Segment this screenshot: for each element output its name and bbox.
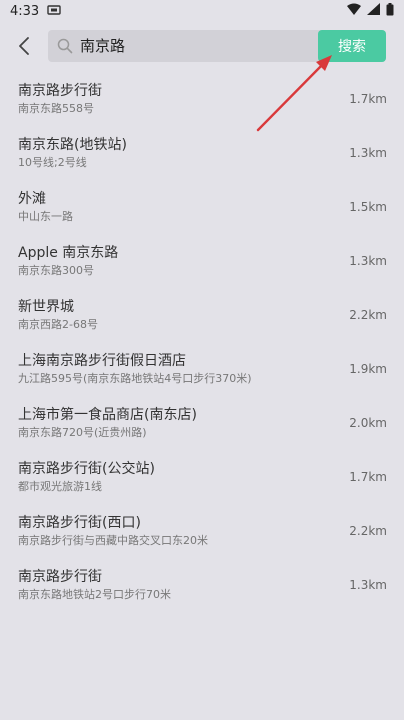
list-item[interactable]: 南京东路(地铁站) 10号线;2号线 1.3km (0, 132, 404, 186)
result-distance: 1.3km (349, 254, 387, 268)
list-item[interactable]: 南京路步行街(公交站) 都市观光旅游1线 1.7km (0, 456, 404, 510)
result-address: 南京东路300号 (18, 264, 94, 277)
result-distance: 2.2km (349, 308, 387, 322)
result-distance: 1.7km (349, 470, 387, 484)
result-address: 中山东一路 (18, 210, 73, 223)
sim-card-icon (47, 4, 61, 19)
result-distance: 1.7km (349, 92, 387, 106)
result-distance: 1.9km (349, 362, 387, 376)
chevron-left-icon (19, 37, 29, 55)
status-time: 4:33 (10, 3, 40, 19)
back-button[interactable] (10, 32, 38, 60)
list-item[interactable]: 南京路步行街 南京东路地铁站2号口步行70米 1.3km (0, 564, 404, 618)
result-name: 新世界城 (18, 299, 74, 315)
results-list: 南京路步行街 南京东路558号 1.7km 南京东路(地铁站) 10号线;2号线… (0, 78, 404, 618)
result-name: 南京路步行街(公交站) (18, 461, 155, 477)
list-item[interactable]: 外滩 中山东一路 1.5km (0, 186, 404, 240)
result-name: 南京东路(地铁站) (18, 137, 127, 153)
result-distance: 2.0km (349, 416, 387, 430)
result-name: 上海南京路步行街假日酒店 (18, 353, 186, 369)
signal-icon (367, 3, 380, 19)
result-address: 南京路步行街与西藏中路交叉口东20米 (18, 534, 208, 547)
result-distance: 1.3km (349, 578, 387, 592)
search-icon (57, 38, 73, 54)
result-address: 10号线;2号线 (18, 156, 87, 169)
result-name: 外滩 (18, 191, 46, 207)
search-button[interactable]: 搜索 (318, 30, 386, 62)
result-distance: 1.3km (349, 146, 387, 160)
search-bar: 搜索 (0, 30, 404, 62)
wifi-icon (347, 3, 361, 19)
list-item[interactable]: 上海南京路步行街假日酒店 九江路595号(南京东路地铁站4号口步行370米) 1… (0, 348, 404, 402)
list-item[interactable]: 上海市第一食品商店(南东店) 南京东路720号(近贵州路) 2.0km (0, 402, 404, 456)
result-name: 上海市第一食品商店(南东店) (18, 407, 197, 423)
result-name: 南京路步行街(西口) (18, 515, 141, 531)
search-input[interactable] (80, 30, 310, 62)
search-box: 搜索 (48, 30, 386, 62)
list-item[interactable]: Apple 南京东路 南京东路300号 1.3km (0, 240, 404, 294)
result-name: 南京路步行街 (18, 83, 102, 99)
battery-icon (386, 2, 394, 20)
status-bar: 4:33 (0, 0, 404, 22)
result-address: 南京东路558号 (18, 102, 94, 115)
list-item[interactable]: 南京路步行街 南京东路558号 1.7km (0, 78, 404, 132)
list-item[interactable]: 新世界城 南京西路2-68号 2.2km (0, 294, 404, 348)
result-address: 九江路595号(南京东路地铁站4号口步行370米) (18, 372, 252, 385)
result-address: 都市观光旅游1线 (18, 480, 102, 493)
result-name: Apple 南京东路 (18, 245, 119, 261)
result-distance: 2.2km (349, 524, 387, 538)
list-item[interactable]: 南京路步行街(西口) 南京路步行街与西藏中路交叉口东20米 2.2km (0, 510, 404, 564)
result-address: 南京西路2-68号 (18, 318, 98, 331)
result-name: 南京路步行街 (18, 569, 102, 585)
result-address: 南京东路720号(近贵州路) (18, 426, 147, 439)
result-address: 南京东路地铁站2号口步行70米 (18, 588, 171, 601)
result-distance: 1.5km (349, 200, 387, 214)
